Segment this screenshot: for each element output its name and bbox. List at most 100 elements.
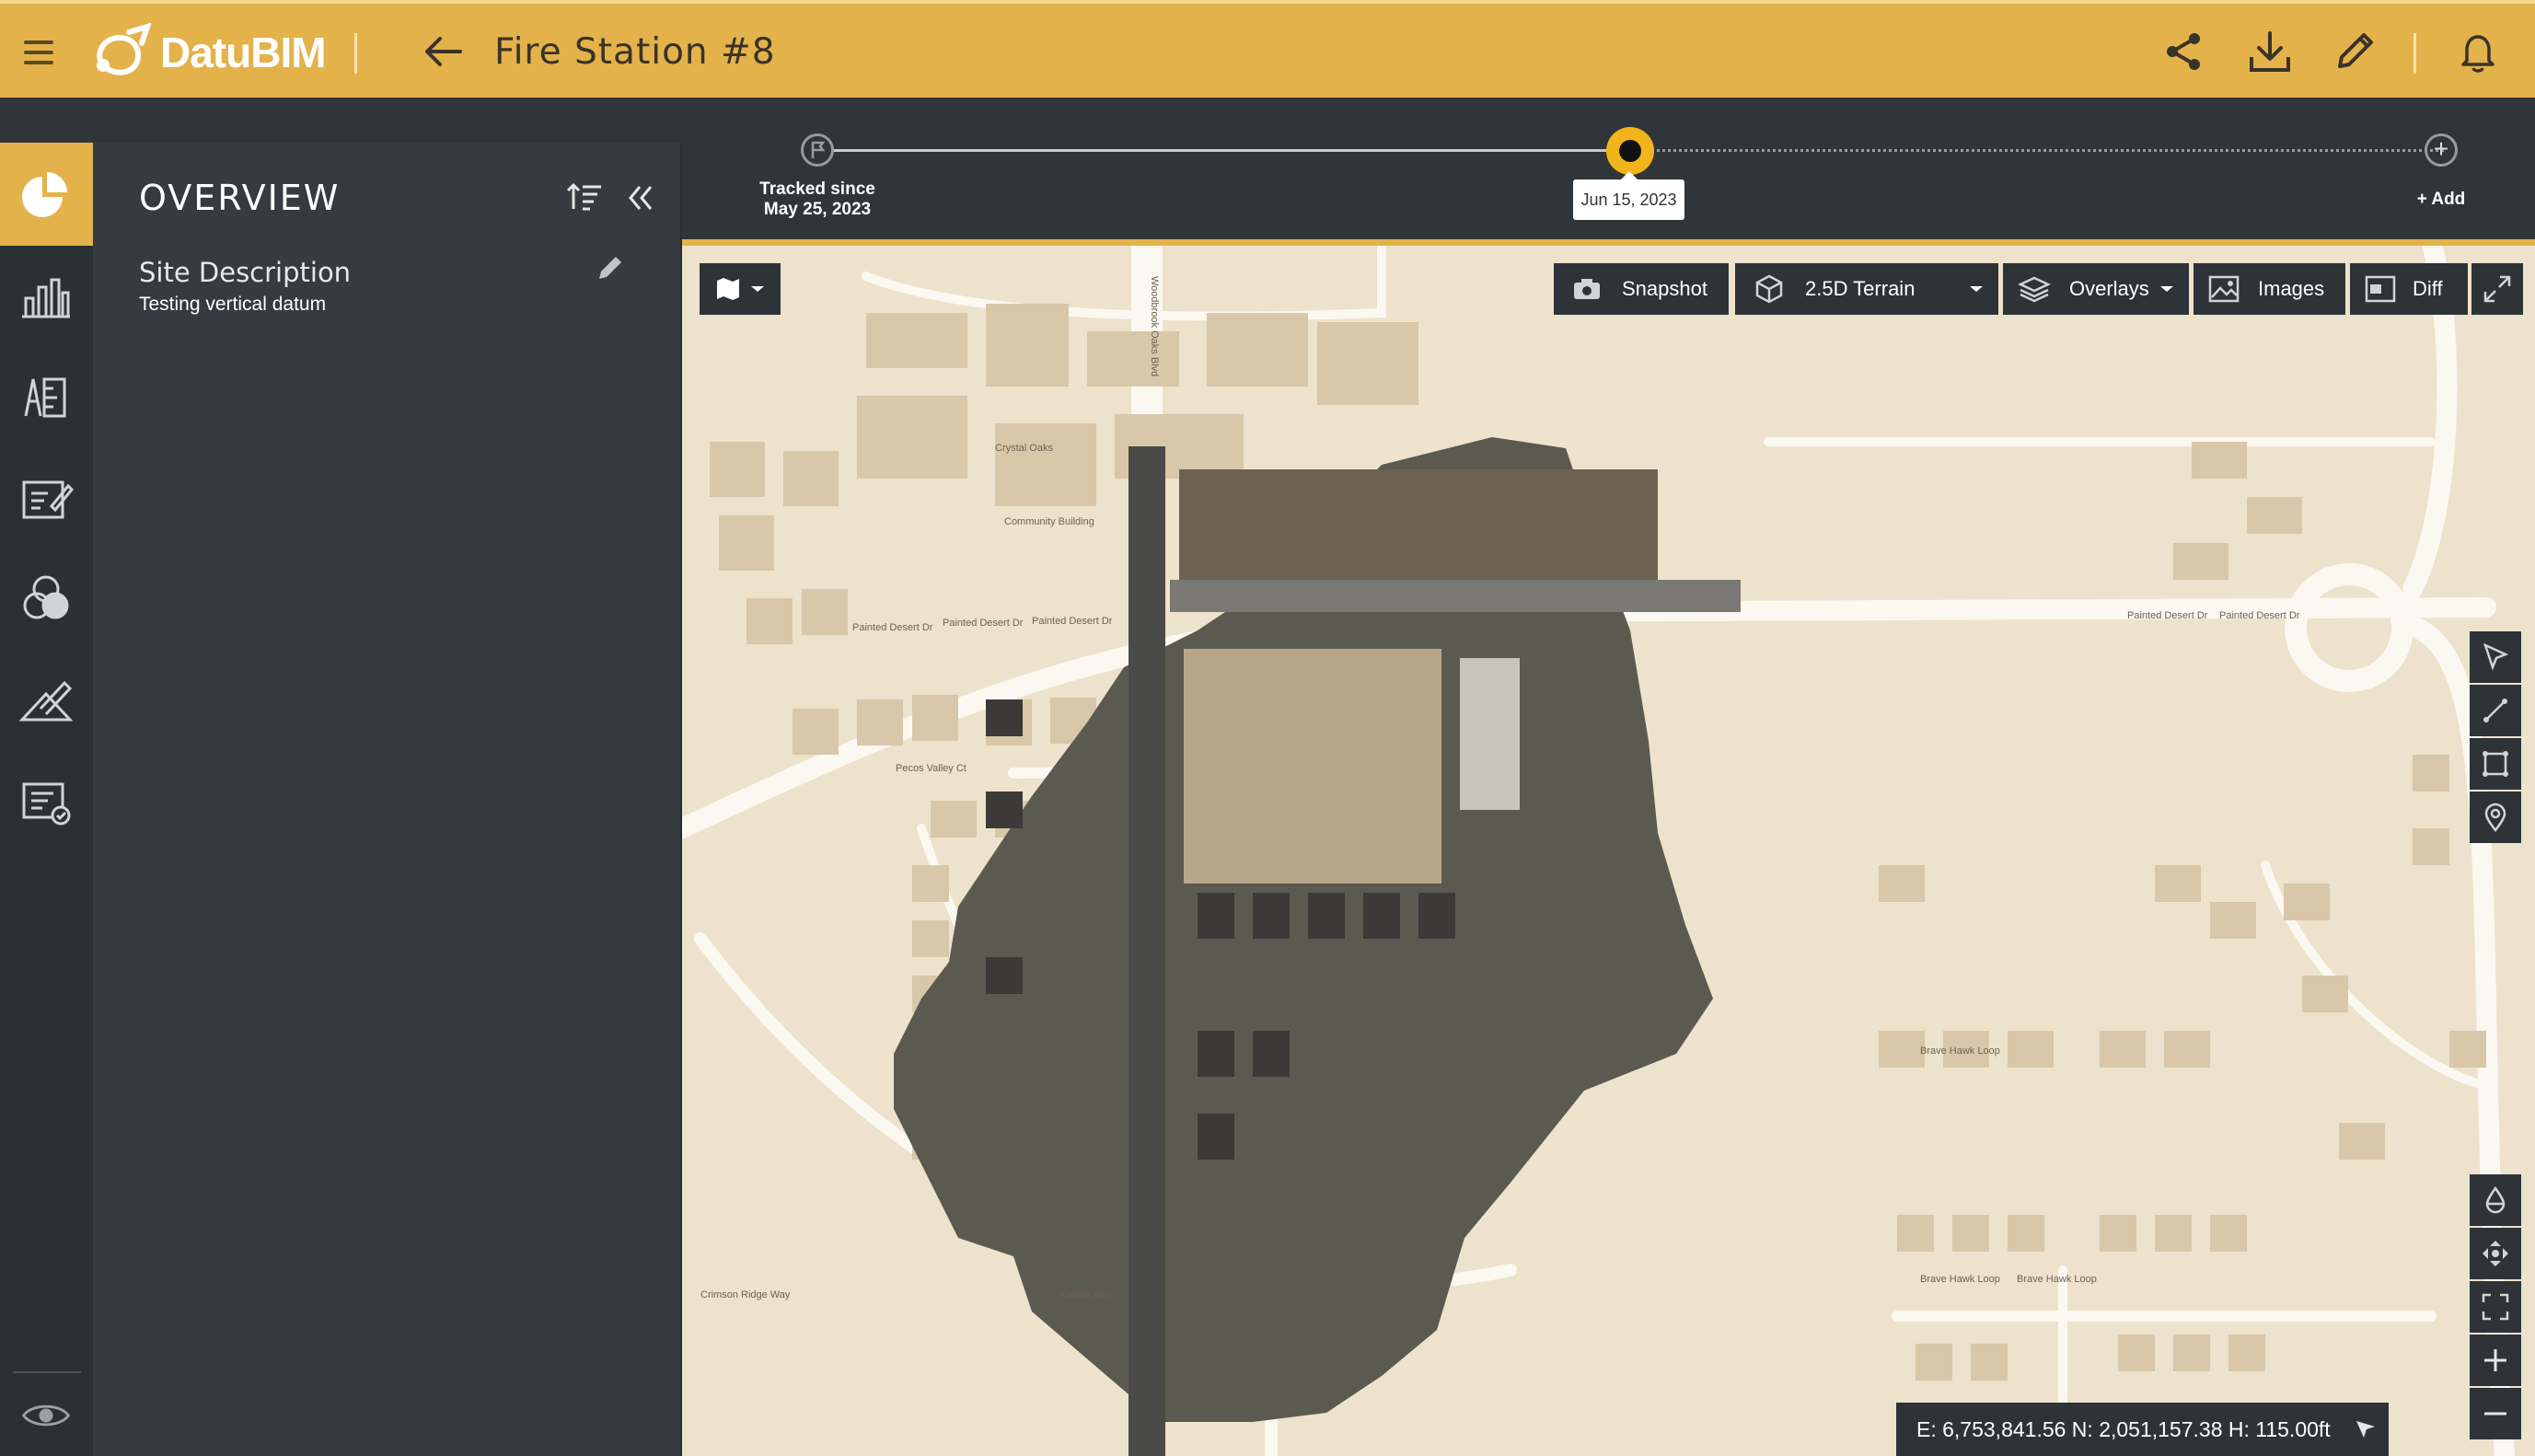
- overlays-dropdown[interactable]: Overlays: [2003, 263, 2189, 315]
- edit-icon[interactable]: [2331, 28, 2379, 75]
- report-icon[interactable]: [17, 773, 75, 832]
- overlays-label: Overlays: [2069, 277, 2149, 300]
- orthomosaic-field: [1179, 469, 1658, 580]
- map-road: [862, 239, 1386, 321]
- download-icon[interactable]: [2246, 28, 2294, 75]
- timeline-future-track: [1630, 149, 2444, 152]
- orthomosaic-building: [1460, 658, 1520, 810]
- timeline-start-marker[interactable]: [801, 133, 834, 167]
- location-pin-icon: [2484, 803, 2506, 833]
- cube-icon: [1755, 274, 1783, 304]
- diff-button[interactable]: Diff: [2350, 263, 2468, 315]
- street-label: Painted Desert Dr: [943, 618, 1024, 629]
- coordinates-readout: E: 6,753,841.56 N: 2,051,157.38 H: 115.0…: [1896, 1403, 2389, 1456]
- compass-tool[interactable]: [2470, 1174, 2521, 1226]
- area-tool[interactable]: [2470, 738, 2521, 790]
- pie-chart-icon[interactable]: [17, 166, 75, 225]
- edit-description-icon[interactable]: [590, 248, 631, 288]
- image-icon: [2208, 275, 2240, 303]
- fit-view-tool[interactable]: [2470, 1281, 2521, 1333]
- plus-icon: [2484, 1349, 2506, 1371]
- tracked-since-label: Tracked since: [759, 179, 875, 199]
- street-label: Painted Desert Dr: [2219, 610, 2300, 621]
- eye-icon[interactable]: [17, 1388, 75, 1443]
- orbit-icon: [2483, 1241, 2508, 1266]
- map-canvas[interactable]: Painted Desert Dr Painted Desert Dr Pain…: [682, 239, 2535, 1456]
- street-label: Brave Hawk Loop: [1920, 1046, 2000, 1057]
- timeline-add-label[interactable]: + Add: [2404, 190, 2478, 210]
- layers-book-icon[interactable]: [17, 368, 75, 427]
- polygon-icon: [2483, 751, 2508, 777]
- poi-label: Crystal Oaks: [995, 443, 1053, 454]
- line-measure-icon: [2483, 699, 2507, 722]
- circles-icon[interactable]: [17, 571, 75, 630]
- timeline-current-date: Jun 15, 2023: [1573, 171, 1684, 220]
- project-title: Fire Station #8: [494, 31, 776, 73]
- brand-logo[interactable]: DatuBIM: [92, 23, 327, 81]
- minus-icon: [2484, 1412, 2506, 1416]
- street-label: Woodbrook Oaks Blvd: [1149, 276, 1160, 376]
- expand-icon: [2483, 275, 2511, 303]
- timeline-add-button[interactable]: +: [2425, 133, 2458, 167]
- orthomosaic-road: [1129, 446, 1165, 1456]
- terrain-dropdown[interactable]: 2.5D Terrain: [1735, 263, 1998, 315]
- flag-icon: [811, 141, 826, 158]
- fullscreen-button[interactable]: [2471, 263, 2523, 315]
- map-roundabout: [2285, 563, 2413, 692]
- street-label: Brave Hawk Loop: [2017, 1274, 2097, 1285]
- basemap-dropdown[interactable]: [700, 263, 781, 315]
- timeline-start-label: Tracked since May 25, 2023: [747, 179, 887, 220]
- diff-icon: [2365, 275, 2396, 303]
- collapse-panel-icon[interactable]: [621, 178, 662, 218]
- divider: [2413, 33, 2416, 74]
- divider: [354, 33, 357, 74]
- tracked-since-date: May 25, 2023: [763, 200, 872, 219]
- timeline-current-marker[interactable]: [1606, 127, 1654, 175]
- sidebar-divider: [13, 1371, 81, 1373]
- site-description-text: Testing vertical datum: [139, 294, 327, 315]
- site-description-title: Site Description: [139, 257, 352, 288]
- layers-icon: [2018, 276, 2051, 303]
- terrain-label: 2.5D Terrain: [1805, 277, 1916, 300]
- timeline-track: [817, 149, 1629, 152]
- notes-icon[interactable]: [17, 469, 75, 528]
- orthomosaic-road: [1170, 580, 1741, 612]
- snapshot-button[interactable]: Snapshot: [1554, 263, 1729, 315]
- images-button[interactable]: Images: [2194, 263, 2345, 315]
- line-tool[interactable]: [2470, 685, 2521, 736]
- menu-icon[interactable]: [24, 40, 53, 64]
- fit-view-icon: [2482, 1293, 2509, 1321]
- rotate-tool[interactable]: [2470, 1228, 2521, 1279]
- back-arrow-icon[interactable]: [422, 33, 464, 70]
- brand-name: DatuBIM: [160, 29, 327, 76]
- app-root: { "app": {"brand": "DatuBIM", "project_t…: [0, 0, 2535, 1456]
- zoom-in-button[interactable]: [2470, 1335, 2521, 1386]
- point-tool[interactable]: [2470, 792, 2521, 843]
- map-icon: [717, 278, 739, 300]
- bar-chart-icon[interactable]: [17, 267, 75, 326]
- sort-icon[interactable]: [564, 178, 605, 218]
- share-icon[interactable]: [2159, 28, 2207, 75]
- measure-icon[interactable]: [17, 672, 75, 731]
- datubim-logo-icon: [97, 23, 152, 75]
- overview-panel: OVERVIEW Site Description Testing vertic…: [93, 143, 682, 1456]
- panel-title: OVERVIEW: [139, 178, 341, 218]
- snapshot-label: Snapshot: [1622, 277, 1707, 300]
- navigation-arrow-icon[interactable]: [2351, 1416, 2379, 1443]
- zoom-out-button[interactable]: [2470, 1388, 2521, 1439]
- bell-icon[interactable]: [2454, 28, 2502, 75]
- chevron-down-icon: [2159, 286, 2173, 292]
- camera-icon: [1574, 279, 1600, 299]
- street-label: Brave Hawk Loop: [1920, 1274, 2000, 1285]
- top-bar: DatuBIM Fire Station #8: [0, 0, 2535, 98]
- coordinates-text: E: 6,753,841.56 N: 2,051,157.38 H: 115.0…: [1916, 1416, 2331, 1441]
- map-view[interactable]: Painted Desert Dr Painted Desert Dr Pain…: [682, 239, 2535, 1456]
- orthomosaic-lot: [1184, 649, 1441, 884]
- diff-label: Diff: [2413, 277, 2443, 300]
- chevron-down-icon: [1970, 286, 1984, 292]
- chevron-down-icon: [751, 286, 764, 292]
- street-label: Painted Desert Dr: [852, 622, 933, 633]
- street-label: Kodiak Way: [1059, 1289, 1114, 1300]
- select-tool[interactable]: [2470, 631, 2521, 683]
- street-label: Painted Desert Dr: [1032, 616, 1113, 627]
